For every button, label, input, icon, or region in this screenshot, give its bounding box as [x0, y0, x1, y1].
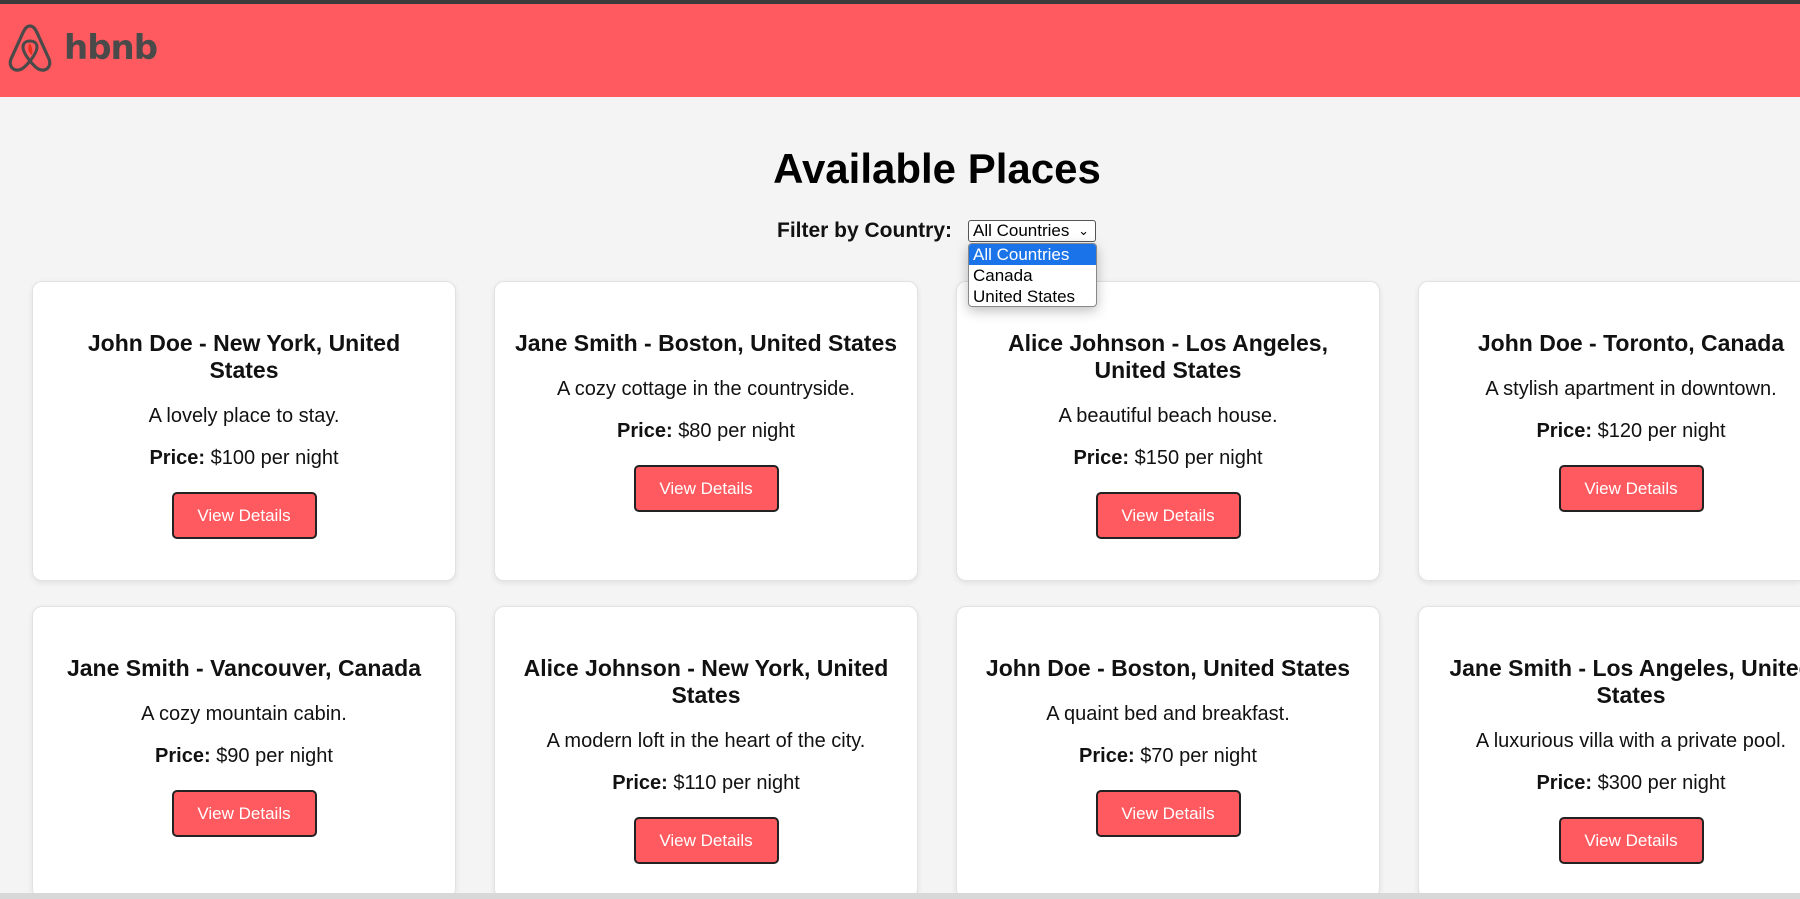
browser-bottom-edge [0, 893, 1800, 899]
page-title: Available Places [773, 145, 1101, 192]
view-details-button[interactable]: View Details [1095, 492, 1241, 539]
view-details-button[interactable]: View Details [1095, 790, 1241, 837]
place-card: Alice Johnson - New York, United States … [494, 606, 918, 899]
price-value: $120 per night [1597, 420, 1726, 442]
view-details-button[interactable]: View Details [633, 817, 779, 864]
place-description: A cozy cottage in the countryside. [557, 378, 855, 400]
place-title: Jane Smith - Los Angeles, United States [1449, 655, 1800, 708]
place-title: John Doe - New York, United States [87, 330, 401, 383]
place-card: Alice Johnson - Los Angeles, United Stat… [956, 281, 1380, 581]
button-wrap: View Details [1419, 795, 1800, 864]
price-value: $80 per night [678, 420, 795, 442]
view-details-button[interactable]: View Details [633, 465, 779, 512]
view-details-button[interactable]: View Details [1558, 465, 1704, 512]
logo-text: hbnb [64, 28, 158, 68]
place-card: John Doe - Toronto, Canada A stylish apa… [1418, 281, 1800, 581]
price-label: Price: [1079, 745, 1135, 767]
price-label: Price: [612, 772, 668, 794]
place-title: Alice Johnson - Los Angeles, United Stat… [1008, 330, 1328, 383]
country-option-canada[interactable]: Canada [969, 265, 1096, 286]
place-title: John Doe - Boston, United States [985, 655, 1351, 681]
price-label: Price: [617, 420, 673, 442]
place-price: Price: $110 per night [495, 771, 917, 795]
price-value: $300 per night [1597, 772, 1726, 794]
price-value: $90 per night [216, 745, 333, 767]
country-option-all[interactable]: All Countries [969, 244, 1096, 265]
price-value: $70 per night [1140, 745, 1257, 767]
airbnb-logo-icon [8, 24, 52, 72]
place-card: Jane Smith - Vancouver, Canada A cozy mo… [32, 606, 456, 899]
price-label: Price: [1536, 420, 1593, 442]
place-card: Jane Smith - Boston, United States A coz… [494, 281, 918, 581]
button-wrap: View Details [1419, 443, 1800, 512]
price-label: Price: [1536, 772, 1593, 794]
place-price: Price: $150 per night [957, 446, 1379, 470]
place-description: A quaint bed and breakfast. [1046, 703, 1290, 725]
chevron-down-icon: ⌄ [1078, 223, 1089, 238]
price-value: $110 per night [673, 772, 800, 794]
place-title: John Doe - Toronto, Canada [1477, 330, 1785, 356]
view-details-button[interactable]: View Details [171, 790, 317, 837]
place-description: A beautiful beach house. [1058, 405, 1278, 427]
place-description: A luxurious villa with a private pool. [1475, 730, 1787, 752]
place-price: Price: $90 per night [33, 744, 455, 768]
place-price: Price: $120 per night [1419, 419, 1800, 443]
place-price: Price: $300 per night [1419, 771, 1800, 795]
place-title: Jane Smith - Boston, United States [514, 330, 898, 356]
price-label: Price: [149, 447, 206, 469]
place-card: John Doe - New York, United States A lov… [32, 281, 456, 581]
country-option-united-states[interactable]: United States [969, 286, 1096, 306]
view-details-button[interactable]: View Details [171, 492, 317, 539]
place-description: A modern loft in the heart of the city. [546, 730, 866, 752]
place-description: A cozy mountain cabin. [141, 703, 347, 725]
price-label: Price: [155, 745, 211, 767]
site-header: hbnb [0, 4, 1800, 97]
place-title: Jane Smith - Vancouver, Canada [66, 655, 422, 681]
price-label: Price: [1073, 447, 1130, 469]
view-details-button[interactable]: View Details [1558, 817, 1704, 864]
filter-label: Filter by Country: [777, 219, 953, 242]
logo[interactable]: hbnb [6, 23, 158, 73]
country-filter-value: All Countries [973, 221, 1070, 240]
country-dropdown-list: All Countries Canada United States [968, 243, 1097, 307]
place-price: Price: $70 per night [957, 744, 1379, 768]
price-value: $100 per night [210, 447, 339, 469]
price-value: $150 per night [1134, 447, 1263, 469]
place-title: Alice Johnson - New York, United States [523, 655, 889, 708]
place-price: Price: $100 per night [33, 446, 455, 470]
place-card: John Doe - Boston, United States A quain… [956, 606, 1380, 899]
place-description: A lovely place to stay. [148, 405, 340, 427]
country-filter-select[interactable]: All Countries ⌄ [968, 220, 1096, 242]
place-description: A stylish apartment in downtown. [1485, 378, 1777, 400]
place-card: Jane Smith - Los Angeles, United States … [1418, 606, 1800, 899]
place-price: Price: $80 per night [495, 419, 917, 443]
